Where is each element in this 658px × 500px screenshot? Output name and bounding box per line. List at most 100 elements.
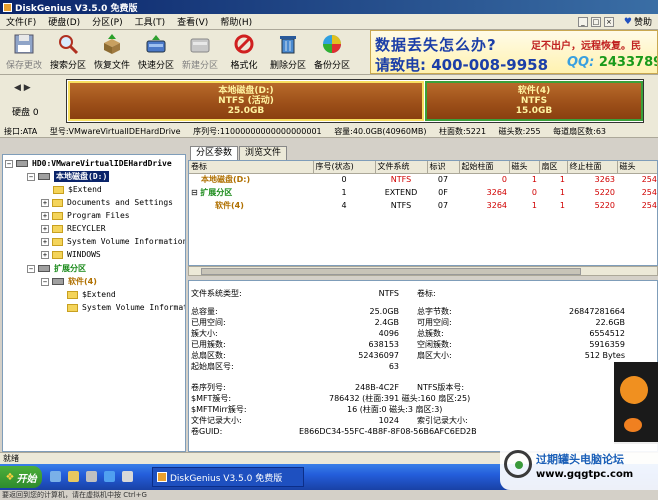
col-header[interactable]: 磁头 [617, 161, 657, 174]
menu-bar: 文件(F) 硬盘(D) 分区(P) 工具(T) 查看(V) 帮助(H) _ □ … [0, 14, 658, 30]
detail-value: 6554512 [589, 329, 625, 338]
tree-folder-label: WINDOWS [67, 250, 101, 259]
expand-icon[interactable]: + [41, 237, 49, 246]
minimize-icon[interactable]: _ [577, 16, 588, 27]
disk-partition-d[interactable]: 本地磁盘(D:) NTFS (活动) 25.0GB [68, 81, 424, 121]
table-row[interactable]: ⊟ 扩展分区 1 EXTEND 0F 3264 0 1 5220 254 [189, 186, 657, 199]
scrollbar-thumb[interactable] [201, 268, 581, 275]
format-button[interactable]: 格式化 [222, 32, 266, 74]
menu-file[interactable]: 文件(F) [0, 15, 42, 28]
row-start-cyl: 3264 [486, 201, 507, 210]
show-desktop-icon[interactable] [50, 471, 61, 482]
detail-value: 52436097 [358, 351, 399, 360]
restore-icon[interactable]: □ [590, 16, 601, 27]
tree-folder[interactable]: System Volume Information [67, 301, 185, 314]
detail-label: $MFTMirr簇号: [191, 405, 247, 414]
detail-label: 卷序列号: [191, 383, 226, 392]
expand-icon[interactable]: + [41, 211, 49, 220]
tree-folder[interactable]: + Documents and Settings [41, 196, 173, 209]
col-header[interactable]: 卷标 [189, 161, 314, 174]
detail-value: 4096 [378, 329, 399, 338]
tree-folder[interactable]: $Extend [67, 288, 116, 301]
row-end-head: 254 [641, 201, 657, 210]
detail-label: 卷标: [417, 289, 436, 298]
folder-icon [52, 211, 63, 220]
tree-folder[interactable]: + RECYCLER [41, 222, 106, 235]
forum-watermark: 过期罐头电脑论坛 www.gqgtpc.com [500, 442, 658, 490]
partition-details: 文件系统类型: NTFS 卷标: 总容量: 25.0GB 总字节数: 26847… [188, 280, 658, 452]
table-row[interactable]: 本地磁盘(D:) 0 NTFS 07 0 1 1 3263 254 [189, 173, 657, 186]
collapse-icon[interactable]: − [5, 159, 13, 168]
window-title: DiskGenius V3.5.0 免费版 [15, 3, 138, 14]
col-header[interactable]: 文件系统 [375, 161, 428, 174]
col-header[interactable]: 终止柱面 [567, 161, 618, 174]
browser-icon[interactable] [104, 471, 115, 482]
tree-folder-label: Documents and Settings [67, 198, 173, 207]
tree-folder-label: $Extend [68, 185, 102, 194]
delete-partition-button[interactable]: 删除分区 [266, 32, 310, 74]
tree-folder[interactable]: + System Volume Information [41, 235, 185, 248]
menu-help[interactable]: 帮助(H) [214, 15, 258, 28]
detail-label: 可用空间: [417, 318, 452, 327]
sponsor-link[interactable]: ♥ 赞助 [623, 15, 658, 29]
partition-icon [52, 278, 64, 285]
partition-size: 15.0GB [515, 106, 553, 116]
tree-disk[interactable]: − HD0:VMwareVirtualIDEHardDrive [5, 157, 172, 170]
tree-extended-partition[interactable]: − 扩展分区 [27, 262, 86, 275]
tree-folder-label: System Volume Information [82, 303, 185, 312]
recover-files-button[interactable]: 恢复文件 [90, 32, 134, 74]
start-button[interactable]: ❖ 开始 [0, 466, 42, 488]
row-start-cyl: 3264 [486, 188, 507, 197]
expand-icon[interactable]: + [41, 250, 49, 259]
menu-disk[interactable]: 硬盘(D) [42, 15, 86, 28]
row-index: 1 [341, 188, 347, 197]
tab-browse-files[interactable]: 浏览文件 [239, 146, 288, 160]
ad-banner[interactable]: 数据丢失怎么办? 请致电: 400-008-9958 足不出户，远程恢复。民 Q… [370, 30, 658, 74]
disk-quicklaunch-icon[interactable] [86, 471, 97, 482]
backup-partition-button[interactable]: 备份分区 [310, 32, 354, 74]
row-id: 0F [438, 188, 448, 197]
tree-folder[interactable]: $Extend [53, 183, 102, 196]
save-changes-button[interactable]: 保存更改 [2, 32, 46, 74]
detail-value: 248B-4C2F [354, 383, 399, 392]
close-icon[interactable]: × [603, 16, 614, 27]
quick-partition-button[interactable]: 快速分区 [134, 32, 178, 74]
tree-partition-4[interactable]: − 软件(4) [41, 275, 97, 288]
expand-icon[interactable]: + [41, 198, 49, 207]
window-controls: _ □ × [577, 16, 618, 27]
recover-files-label: 恢复文件 [93, 61, 130, 71]
menu-tools[interactable]: 工具(T) [129, 15, 172, 28]
magnifier-icon [55, 32, 81, 56]
new-partition-button[interactable]: 新建分区 [178, 32, 222, 74]
tab-partition-params[interactable]: 分区参数 [190, 146, 239, 160]
tree-folder[interactable]: + WINDOWS [41, 248, 101, 261]
expand-icon[interactable]: + [41, 224, 49, 233]
disk-nav-arrows[interactable]: ◀ ▶ [14, 83, 31, 93]
tree-partition-d[interactable]: − 本地磁盘(D:) [27, 170, 110, 183]
col-header[interactable]: 磁头 [509, 161, 540, 174]
folder-icon [67, 290, 78, 299]
row-fs: NTFS [390, 175, 412, 185]
col-header[interactable]: 标识 [427, 161, 460, 174]
disk-partition-4[interactable]: 软件(4) NTFS 15.0GB [425, 81, 643, 121]
detail-value: 2.4GB [374, 318, 399, 327]
explorer-icon[interactable] [122, 471, 133, 482]
collapse-icon[interactable]: − [41, 277, 49, 286]
heart-icon: ♥ [623, 16, 632, 27]
app-icon [157, 472, 167, 482]
col-header[interactable]: 扇区 [539, 161, 568, 174]
taskbar-item-diskgenius[interactable]: DiskGenius V3.5.0 免费版 [152, 467, 304, 487]
menu-view[interactable]: 查看(V) [171, 15, 214, 28]
collapse-icon[interactable]: − [27, 264, 35, 273]
collapse-icon[interactable]: − [27, 172, 35, 181]
row-start-cyl: 0 [501, 175, 507, 185]
detail-value: 16 (柱面:0 磁头:3 扇区:3) [347, 405, 443, 414]
col-header[interactable]: 序号(状态) [313, 161, 376, 174]
col-header[interactable]: 起始柱面 [459, 161, 510, 174]
table-row[interactable]: 软件(4) 4 NTFS 07 3264 1 1 5220 254 [189, 199, 657, 212]
folder-icon[interactable] [68, 471, 79, 482]
search-partition-button[interactable]: 搜索分区 [46, 32, 90, 74]
menu-partition[interactable]: 分区(P) [86, 15, 128, 28]
table-horizontal-scrollbar[interactable] [188, 266, 658, 276]
tree-folder[interactable]: + Program Files [41, 209, 130, 222]
